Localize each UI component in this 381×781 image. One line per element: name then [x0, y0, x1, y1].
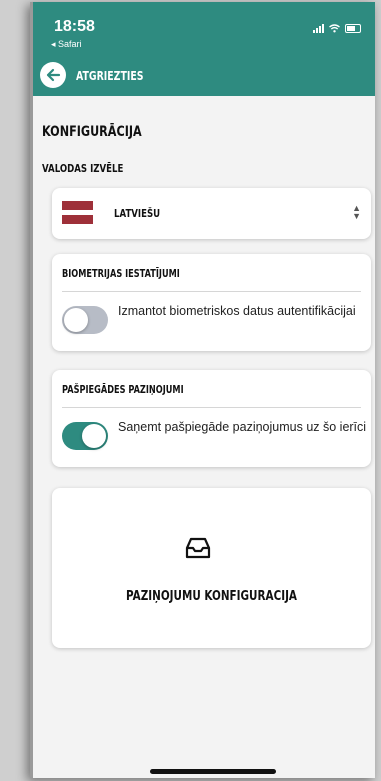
selected-language: LATVIEŠU — [114, 207, 161, 220]
toggle-knob — [64, 308, 88, 332]
battery-icon — [345, 24, 361, 33]
top-nav-bar: ATGRIEZTIES — [33, 55, 375, 96]
language-section-label: VALODAS IZVĒLE — [42, 162, 124, 175]
notification-config-button[interactable]: PAZIŅOJUMU KONFIGURĀCIJA — [52, 488, 371, 648]
language-select[interactable]: LATVIEŠU ▲ ▼ — [52, 188, 371, 239]
push-toggle-label: Saņemt pašpiegāde paziņojumus uz šo ierī… — [118, 420, 367, 434]
back-label[interactable]: ATGRIEZTIES — [76, 69, 143, 83]
status-icons — [313, 24, 361, 33]
biometrics-card: BIOMETRIJAS IESTATĪJUMI Izmantot biometr… — [52, 254, 371, 351]
biometrics-toggle-label: Izmantot biometriskos datus autentifikāc… — [118, 304, 356, 318]
toggle-knob — [82, 424, 106, 448]
push-notifications-card: PAŠPIEGĀDES PAZIŅOJUMI Saņemt pašpiegāde… — [52, 370, 371, 467]
signal-icon — [313, 24, 324, 33]
status-bar: 18:58 ◂ Safari — [33, 2, 375, 55]
push-heading: PAŠPIEGĀDES PAZIŅOJUMI — [62, 384, 184, 396]
wifi-icon — [329, 24, 340, 33]
divider — [62, 291, 361, 292]
inbox-icon — [185, 537, 211, 559]
home-indicator[interactable] — [150, 769, 276, 774]
push-toggle[interactable] — [62, 422, 108, 450]
select-arrows-icon: ▲ ▼ — [352, 203, 361, 221]
page-title: KONFIGURĀCIJA — [42, 124, 142, 140]
latvia-flag-icon — [62, 201, 93, 224]
biometrics-toggle[interactable] — [62, 306, 108, 334]
phone-screen: 18:58 ◂ Safari ATGRIEZTIES KONFIGURĀCIJA… — [30, 2, 375, 778]
divider — [62, 407, 361, 408]
back-to-safari[interactable]: ◂ Safari — [51, 39, 82, 50]
status-time: 18:58 — [54, 18, 95, 35]
back-button[interactable] — [40, 62, 66, 88]
arrow-left-icon — [46, 68, 61, 82]
notification-config-label: PAZIŅOJUMU KONFIGURĀCIJA — [126, 589, 297, 604]
biometrics-heading: BIOMETRIJAS IESTATĪJUMI — [62, 268, 180, 280]
